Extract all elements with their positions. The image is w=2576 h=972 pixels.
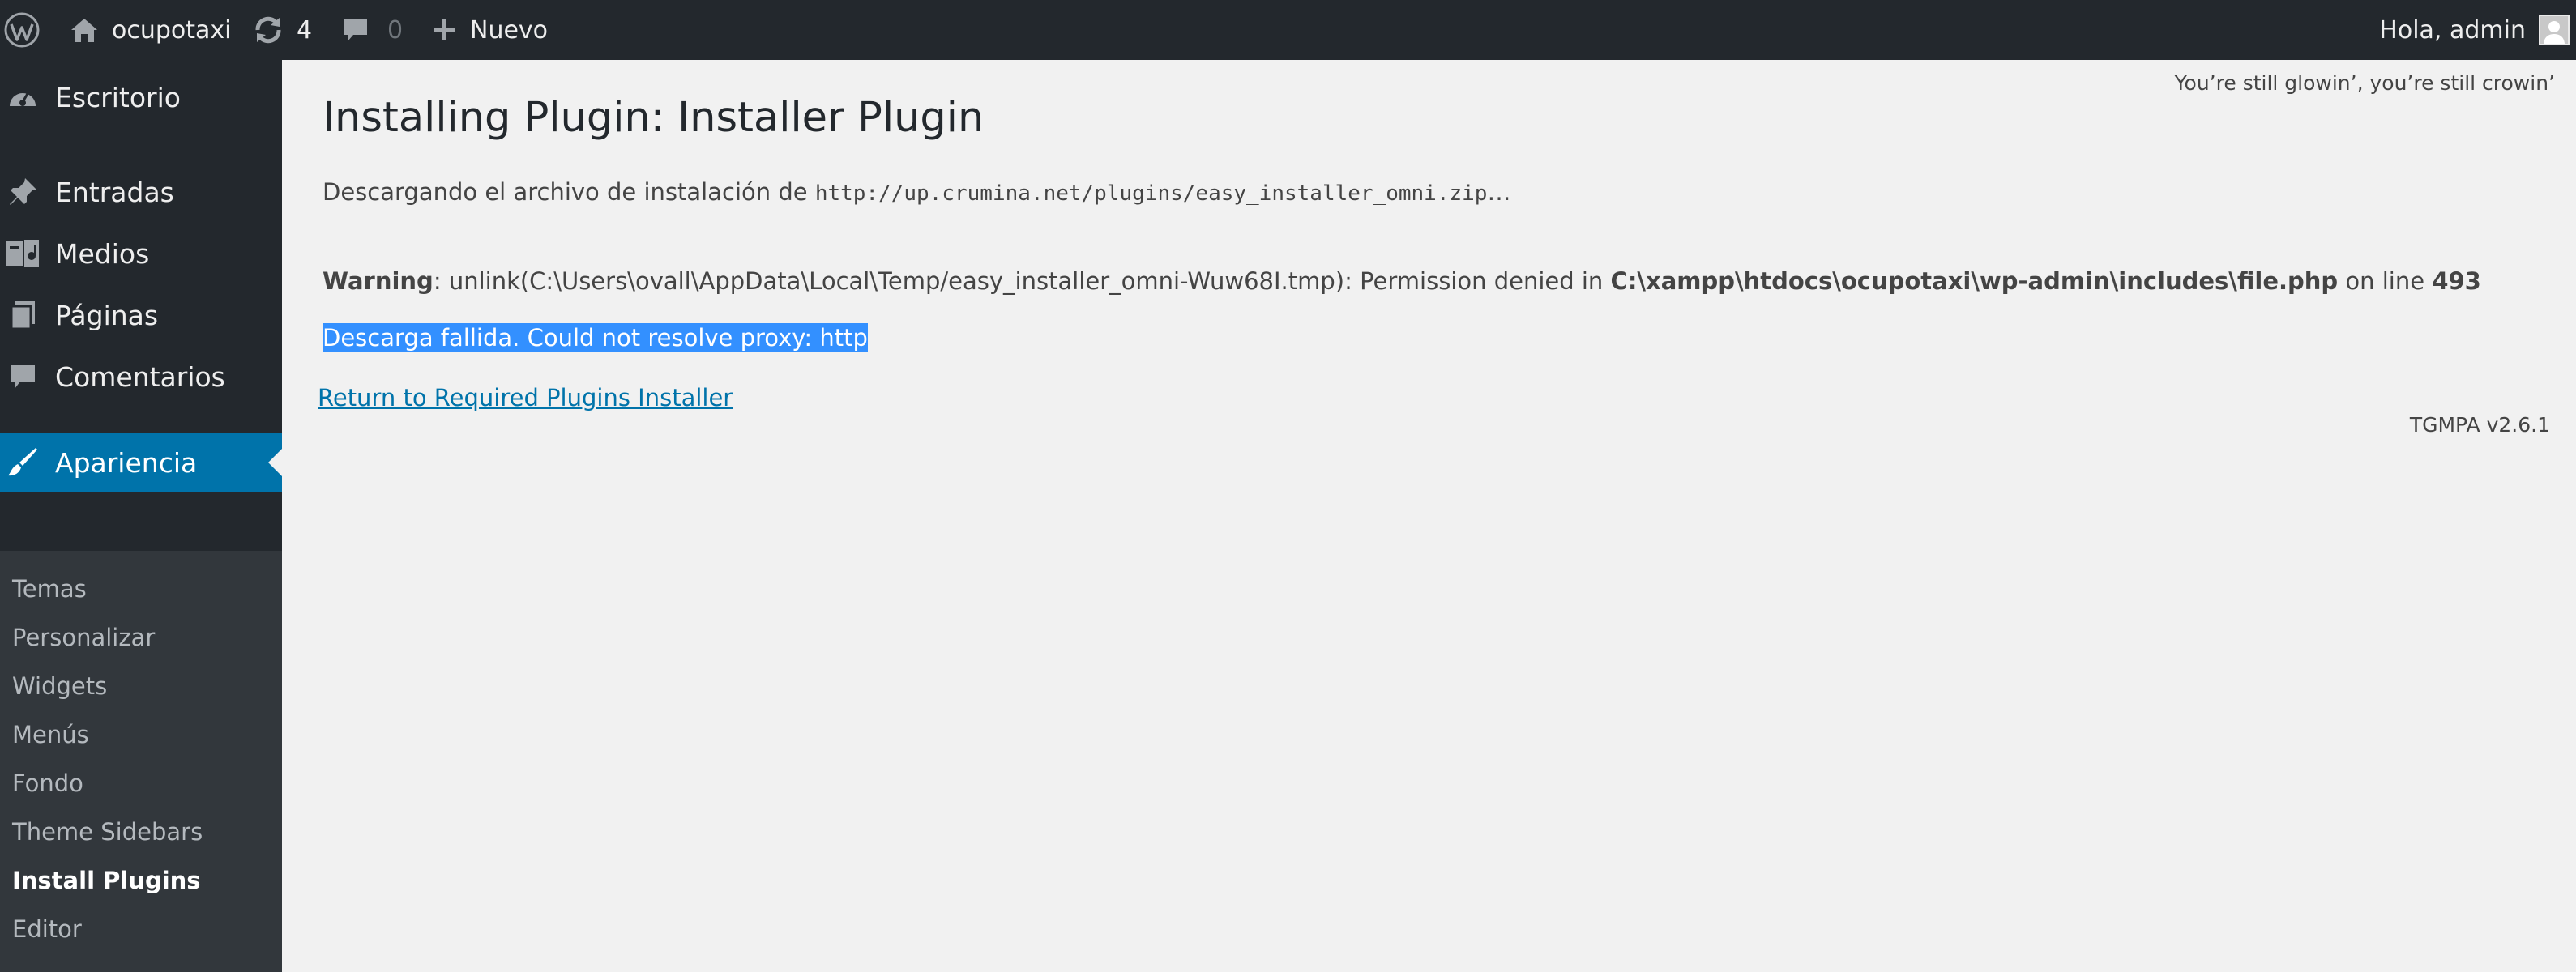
warning-line: 493 bbox=[2432, 267, 2481, 295]
sidebar-item-label: Escritorio bbox=[55, 81, 181, 113]
submenu-item-menus[interactable]: Menús bbox=[12, 721, 89, 748]
submenu-item-theme-sidebars[interactable]: Theme Sidebars bbox=[12, 818, 203, 846]
site-name-link[interactable]: ocupotaxi bbox=[70, 0, 232, 60]
admin-sidebar: Escritorio Entradas Medios Páginas Comen… bbox=[0, 60, 282, 972]
download-url: http://up.crumina.net/plugins/easy_insta… bbox=[814, 181, 1488, 206]
page-title: Installing Plugin: Installer Plugin bbox=[323, 94, 985, 142]
sidebar-item-paginas[interactable]: Páginas bbox=[0, 288, 282, 342]
sidebar-item-apariencia[interactable]: Apariencia bbox=[0, 433, 282, 492]
php-warning: Warning: unlink(C:\Users\ovall\AppData\L… bbox=[323, 267, 2481, 295]
warning-file: C:\xampp\htdocs\ocupotaxi\wp-admin\inclu… bbox=[1610, 267, 2339, 295]
sidebar-item-label: Entradas bbox=[55, 176, 174, 208]
submenu-item-fondo[interactable]: Fondo bbox=[12, 770, 83, 797]
comments-count: 0 bbox=[387, 15, 404, 45]
download-suffix: … bbox=[1487, 178, 1511, 206]
submenu-item-editor[interactable]: Editor bbox=[12, 915, 82, 943]
pushpin-icon bbox=[0, 177, 45, 207]
submenu-item-widgets[interactable]: Widgets bbox=[12, 672, 107, 700]
submenu-item-install-plugins[interactable]: Install Plugins bbox=[12, 867, 201, 894]
failed-message-line: Descarga fallida. Could not resolve prox… bbox=[323, 323, 868, 352]
sidebar-item-label: Páginas bbox=[55, 299, 159, 331]
updates-count: 4 bbox=[297, 15, 313, 45]
warning-online: on line bbox=[2345, 267, 2425, 295]
paintbrush-icon bbox=[0, 446, 45, 479]
dashboard-icon bbox=[0, 83, 45, 111]
comments-link[interactable]: 0 bbox=[342, 0, 403, 60]
greeting: Hola, admin bbox=[2379, 15, 2526, 45]
sidebar-item-label: Comentarios bbox=[55, 360, 225, 393]
submenu-item-temas[interactable]: Temas bbox=[12, 575, 87, 603]
download-message: Descargando el archivo de instalación de… bbox=[323, 178, 1510, 206]
new-content-link[interactable]: Nuevo bbox=[431, 0, 548, 60]
failed-message: Descarga fallida. Could not resolve prox… bbox=[323, 323, 868, 352]
warning-label: Warning bbox=[323, 267, 434, 295]
media-icon bbox=[0, 238, 45, 269]
comment-icon bbox=[342, 16, 370, 44]
sidebar-item-label: Medios bbox=[55, 237, 150, 270]
wp-logo-button[interactable] bbox=[3, 0, 41, 60]
hello-dolly-quote: You’re still glowin’, you’re still crowi… bbox=[2174, 71, 2555, 95]
tgmpa-version: TGMPA v2.6.1 bbox=[2409, 413, 2550, 437]
my-account[interactable]: Hola, admin bbox=[2379, 0, 2576, 60]
appearance-submenu: Temas Personalizar Widgets Menús Fondo T… bbox=[0, 551, 282, 972]
pages-icon bbox=[0, 300, 45, 330]
sidebar-item-comentarios[interactable]: Comentarios bbox=[0, 350, 282, 403]
comment-icon bbox=[0, 362, 45, 391]
admin-bar: ocupotaxi 4 0 Nuevo Hola, admin bbox=[0, 0, 2576, 60]
return-to-installer-link[interactable]: Return to Required Plugins Installer bbox=[318, 384, 733, 411]
new-label: Nuevo bbox=[470, 15, 549, 45]
updates-link[interactable]: 4 bbox=[253, 0, 312, 60]
sidebar-item-medios[interactable]: Medios bbox=[0, 227, 282, 280]
site-name: ocupotaxi bbox=[112, 15, 232, 45]
updates-icon bbox=[253, 15, 284, 45]
warning-text: : unlink(C:\Users\ovall\AppData\Local\Te… bbox=[433, 267, 1604, 295]
plus-icon bbox=[431, 17, 457, 43]
sidebar-item-entradas[interactable]: Entradas bbox=[0, 165, 282, 219]
submenu-item-personalizar[interactable]: Personalizar bbox=[12, 624, 155, 651]
avatar bbox=[2539, 15, 2570, 45]
download-prefix: Descargando el archivo de instalación de bbox=[323, 178, 808, 206]
home-icon bbox=[70, 16, 99, 44]
sidebar-item-escritorio[interactable]: Escritorio bbox=[0, 60, 282, 134]
sidebar-item-label: Apariencia bbox=[55, 446, 198, 479]
wordpress-logo-icon bbox=[3, 11, 41, 49]
main-content: You’re still glowin’, you’re still crowi… bbox=[282, 60, 2576, 930]
